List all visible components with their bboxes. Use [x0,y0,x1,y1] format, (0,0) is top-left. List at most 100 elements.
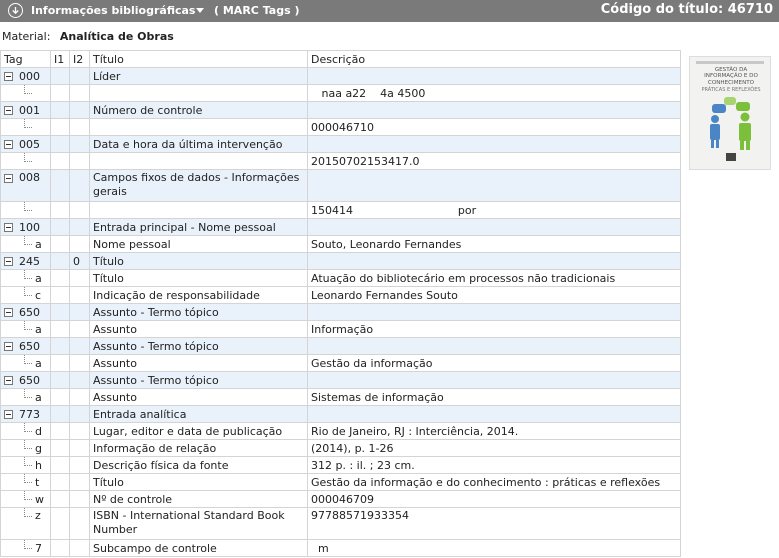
subfield-row[interactable]: a Assunto Gestão da informação [0,354,681,372]
field-row[interactable]: 100 Entrada principal - Nome pessoal [0,218,681,236]
title-cell: Subcampo de controle [89,539,308,557]
subfield-row[interactable]: 20150702153417.0 [0,152,681,170]
tag-value: 100 [19,220,40,234]
tag-cell: 650 [0,337,51,355]
subfield-row[interactable]: w Nº de controle 000046709 [0,490,681,508]
description-cell [307,252,681,270]
field-row[interactable]: 650 Assunto - Termo tópico [0,303,681,321]
field-row[interactable]: 650 Assunto - Termo tópico [0,371,681,389]
collapse-toggle-icon[interactable] [4,342,13,351]
subfield-row[interactable]: c Indicação de responsabilidade Leonardo F… [0,286,681,304]
tag-value: g [35,441,42,455]
tag-cell: a [0,354,51,372]
field-row[interactable]: 650 Assunto - Termo tópico [0,337,681,355]
tag-value: d [35,424,42,438]
tag-cell: 100 [0,218,51,236]
indicator1-cell [50,507,70,540]
col-header-title[interactable]: Título [89,50,308,68]
tag-cell: a [0,269,51,287]
indicator2-cell [69,422,90,440]
indicator1-cell [50,473,70,491]
subfield-row[interactable]: 7 Subcampo de controle m [0,539,681,557]
subfield-row[interactable]: a Nome pessoal Souto, Leonardo Fernandes [0,235,681,253]
dropdown-caret-icon[interactable] [196,8,204,13]
tag-cell: h [0,456,51,474]
collapse-toggle-icon[interactable] [4,223,13,232]
tag-value: t [35,475,40,489]
subfield-row[interactable]: 150414 por [0,201,681,219]
tag-cell [0,118,51,136]
subfield-row[interactable]: d Lugar, editor e data de publicação Rio d… [0,422,681,440]
collapse-toggle-icon[interactable] [4,257,13,266]
title-cell: Assunto - Termo tópico [89,371,308,389]
collapse-icon[interactable] [8,3,23,18]
description-cell: Sistemas de informação [307,388,681,406]
indicator1-cell [50,439,70,457]
subfield-row[interactable]: 000046710 [0,118,681,136]
tree-connector [24,474,32,483]
description-cell [307,371,681,389]
tag-value: z [35,509,41,522]
subfield-row[interactable]: t Título Gestão da informação e do conheci… [0,473,681,491]
collapse-toggle-icon[interactable] [4,174,13,183]
material-line: Material: Analítica de Obras [2,30,174,43]
collapse-toggle-icon[interactable] [4,72,13,81]
description-cell: 150414 por [307,201,681,219]
field-row[interactable]: 005 Data e hora da última intervenção [0,135,681,153]
subfield-row[interactable]: a Título Atuação do bibliotecário em proce… [0,269,681,287]
field-row[interactable]: 008 Campos fixos de dados - Informações g… [0,169,681,202]
indicator1-cell [50,118,70,136]
col-header-description[interactable]: Descrição [307,50,681,68]
title-cell: Lugar, editor e data de publicação [89,422,308,440]
title-cell: Data e hora da última intervenção [89,135,308,153]
tag-value: 001 [19,103,40,117]
collapse-toggle-icon[interactable] [4,410,13,419]
col-header-tag[interactable]: Tag [0,50,51,68]
indicator2-cell [69,218,90,236]
tag-value: 773 [19,407,40,421]
tag-cell: 005 [0,135,51,153]
tag-cell: a [0,388,51,406]
collapse-toggle-icon[interactable] [4,106,13,115]
description-cell: Leonardo Fernandes Souto [307,286,681,304]
marc-tags-tab[interactable]: ( MARC Tags ) [214,4,299,17]
book-cover-image: GESTÃO DA INFORMAÇÃO E DO CONHECIMENTO P… [689,56,771,170]
indicator1-cell [50,286,70,304]
description-cell: Gestão da informação [307,354,681,372]
tag-cell: 008 [0,169,51,202]
field-row[interactable]: 773 Entrada analítica [0,405,681,423]
tree-connector [24,540,32,549]
tree-connector [24,423,32,432]
subfield-row[interactable]: h Descrição física da fonte 312 p. : il. ;… [0,456,681,474]
description-cell [307,337,681,355]
indicator1-cell [50,67,70,85]
subfield-row[interactable]: z ISBN - International Standard Book Numb… [0,507,681,540]
subfield-row[interactable]: a Assunto Sistemas de informação [0,388,681,406]
subfield-row[interactable]: g Informação de relação (2014), p. 1-26 [0,439,681,457]
tree-connector [24,389,32,398]
indicator2-cell [69,388,90,406]
indicator2-cell [69,337,90,355]
collapse-toggle-icon[interactable] [4,376,13,385]
indicator1-cell [50,337,70,355]
description-cell: 312 p. : il. ; 23 cm. [307,456,681,474]
indicator1-cell [50,371,70,389]
tree-connector [24,85,32,94]
indicator1-cell [50,235,70,253]
description-cell [307,135,681,153]
title-cell: Título [89,473,308,491]
collapse-toggle-icon[interactable] [4,308,13,317]
collapse-toggle-icon[interactable] [4,140,13,149]
field-row[interactable]: 001 Número de controle [0,101,681,119]
tree-connector [24,440,32,449]
col-header-i2[interactable]: I2 [69,50,90,68]
description-cell: 20150702153417.0 [307,152,681,170]
tree-connector [24,202,32,211]
indicator2-cell [69,456,90,474]
field-row[interactable]: 245 0 Título [0,252,681,270]
subfield-row[interactable]: a Assunto Informação [0,320,681,338]
col-header-i1[interactable]: I1 [50,50,70,68]
indicator2-cell [69,169,90,202]
subfield-row[interactable]: naa a22 4a 4500 [0,84,681,102]
field-row[interactable]: 000 Líder [0,67,681,85]
